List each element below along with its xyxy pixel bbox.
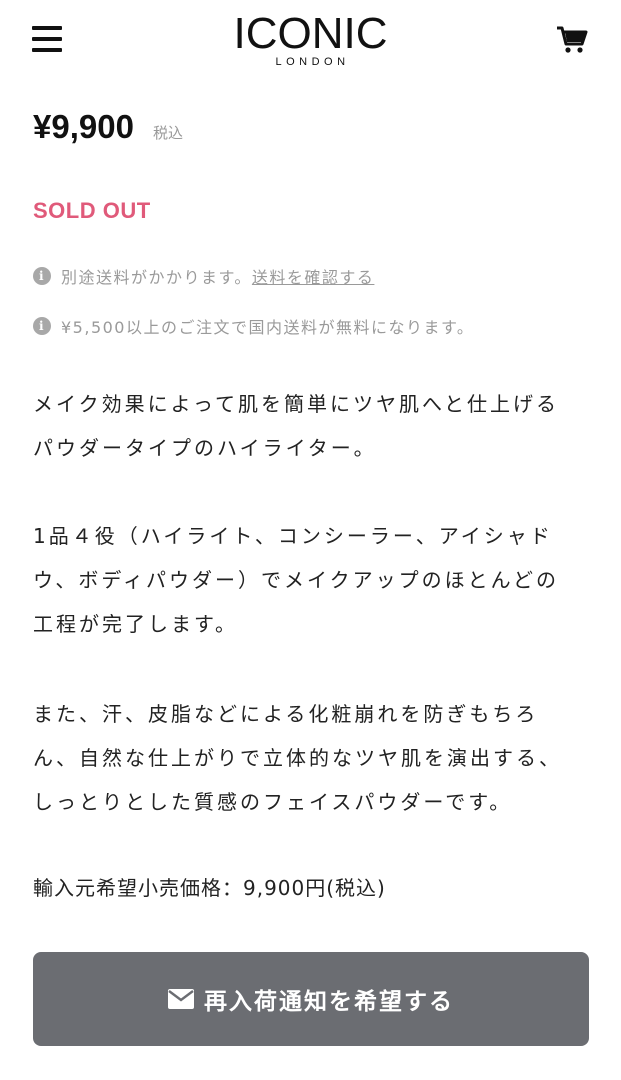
site-header: ICONIC LONDON (0, 0, 621, 84)
product-price: ¥9,900 (33, 108, 134, 145)
free-shipping-text: ¥5,500以上のご注文で国内送料が無料になります。 (61, 318, 475, 337)
restock-notify-label: 再入荷通知を希望する (204, 989, 454, 1015)
info-icon: i (33, 267, 51, 285)
brand-name: ICONIC (233, 9, 388, 58)
free-shipping-note: i ¥5,500以上のご注文で国内送料が無料になります。 (33, 314, 474, 338)
msrp-text: 輸入元希望小売価格：9,900円(税込) (33, 876, 386, 900)
cart-button[interactable] (556, 26, 588, 54)
price-row: ¥9,900 税込 (33, 108, 183, 152)
mail-icon (168, 989, 194, 1009)
sold-out-badge: SOLD OUT (33, 198, 151, 223)
brand-logo[interactable]: ICONIC LONDON (0, 9, 621, 69)
shipping-fee-link[interactable]: 送料を確認する (252, 264, 375, 288)
shipping-note: i 別途送料がかかります。 送料を確認する (33, 264, 374, 288)
brand-subtitle: LONDON (275, 56, 350, 68)
shipping-note-text: 別途送料がかかります。 (61, 268, 252, 287)
description-paragraph-2: 1品４役（ハイライト、コンシーラー、アイシャド ウ、ボディパウダー）でメイクアッ… (33, 524, 559, 636)
tax-label: 税込 (153, 124, 184, 142)
description-paragraph-1: メイク効果によって肌を簡単にツヤ肌へと仕上げる パウダータイプのハイライター。 (33, 392, 559, 460)
info-icon: i (33, 317, 51, 335)
restock-notify-button[interactable]: 再入荷通知を希望する (33, 952, 589, 1046)
cart-icon (557, 26, 588, 53)
description-paragraph-3: また、汗、皮脂などによる化粧崩れを防ぎもちろ ん、自然な仕上がりで立体的なツヤ肌… (33, 702, 562, 814)
